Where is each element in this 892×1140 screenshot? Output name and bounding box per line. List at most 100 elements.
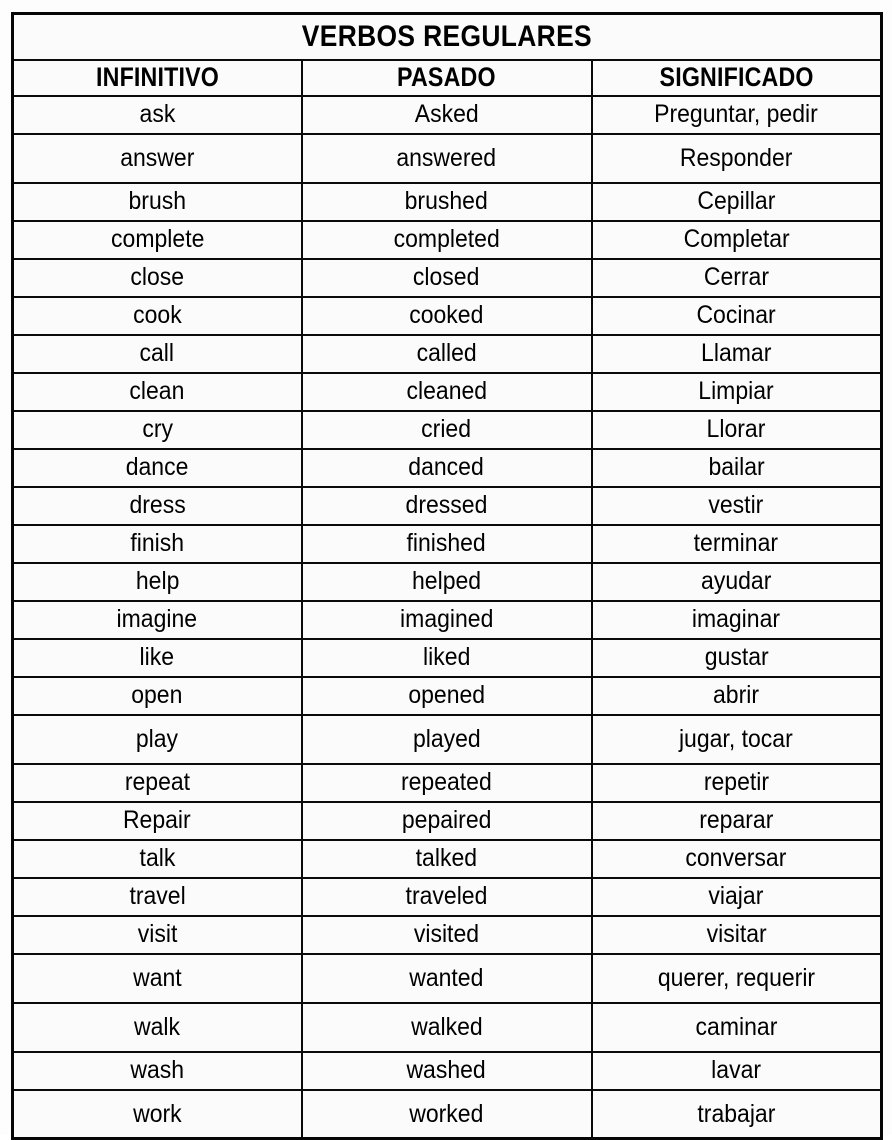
cell-infinitivo: answer [11, 132, 303, 184]
cell-infinitivo-text: visit [137, 920, 178, 949]
table-row: clean cleaned Limpiar [11, 371, 883, 412]
cell-pasado-text: answered [396, 143, 497, 172]
cell-significado: Responder [590, 132, 883, 184]
cell-significado-text: Cerrar [703, 263, 769, 292]
cell-significado-text: vestir [708, 491, 764, 520]
table-row: travel traveled viajar [11, 876, 883, 917]
header-row: INFINITIVO PASADO SIGNIFICADO [11, 58, 883, 97]
cell-significado: conversar [590, 838, 883, 879]
cell-significado: Cepillar [590, 181, 883, 222]
cell-pasado-text: finished [406, 529, 487, 558]
table-row: dress dressed vestir [11, 485, 883, 526]
cell-infinitivo: play [11, 713, 303, 765]
cell-infinitivo: open [11, 675, 303, 716]
table-row: visit visited visitar [11, 914, 883, 955]
cell-infinitivo-text: like [139, 643, 175, 672]
cell-infinitivo: finish [11, 523, 303, 564]
cell-pasado-text: repeated [401, 768, 492, 797]
cell-significado: lavar [590, 1050, 883, 1091]
cell-significado-text: abrir [713, 681, 760, 710]
table-row: finish finished terminar [11, 523, 883, 564]
cell-significado: Completar [590, 219, 883, 260]
cell-infinitivo-text: play [136, 724, 179, 753]
cell-infinitivo-text: complete [110, 225, 204, 254]
cell-infinitivo-text: Repair [123, 806, 192, 835]
cell-infinitivo-text: answer [120, 143, 195, 172]
cell-infinitivo: want [11, 952, 303, 1004]
cell-infinitivo: brush [11, 181, 303, 222]
cell-significado: repetir [590, 762, 883, 803]
table-row: dance danced bailar [11, 447, 883, 488]
column-header-pasado-label: PASADO [397, 62, 496, 92]
cell-infinitivo-text: brush [128, 187, 187, 216]
cell-pasado: pepaired [300, 800, 593, 841]
cell-significado-text: Llamar [701, 339, 772, 368]
cell-significado-text: conversar [685, 844, 787, 873]
cell-pasado: traveled [300, 876, 593, 917]
table-row: play played jugar, tocar [11, 713, 883, 765]
cell-pasado-text: visited [413, 920, 480, 949]
cell-significado: jugar, tocar [590, 713, 883, 765]
cell-pasado-text: helped [411, 567, 482, 596]
cell-significado: abrir [590, 675, 883, 716]
table-row: repeat repeated repetir [11, 762, 883, 803]
table-row: talk talked conversar [11, 838, 883, 879]
cell-infinitivo: dress [11, 485, 303, 526]
table-row: want wanted querer, requerir [11, 952, 883, 1004]
cell-pasado: opened [300, 675, 593, 716]
table-row: Repair pepaired reparar [11, 800, 883, 841]
cell-infinitivo-text: cry [141, 415, 173, 444]
cell-pasado-text: dressed [405, 491, 488, 520]
cell-significado: Llamar [590, 333, 883, 374]
cell-significado: ayudar [590, 561, 883, 602]
table-title-cell: VERBOS REGULARES [11, 12, 883, 61]
cell-infinitivo-text: repeat [124, 768, 190, 797]
cell-pasado-text: imagined [399, 605, 494, 634]
cell-infinitivo-text: dress [129, 491, 186, 520]
cell-pasado-text: talked [415, 844, 478, 873]
table-row: ask Asked Preguntar, pedir [11, 94, 883, 135]
cell-infinitivo-text: want [132, 963, 182, 992]
cell-infinitivo-text: cook [132, 301, 182, 330]
column-header-significado-label: SIGNIFICADO [659, 62, 814, 92]
table-row: help helped ayudar [11, 561, 883, 602]
cell-significado: bailar [590, 447, 883, 488]
cell-infinitivo-text: finish [130, 529, 185, 558]
cell-pasado-text: wanted [409, 963, 484, 992]
cell-pasado-text: traveled [405, 882, 488, 911]
cell-infinitivo: visit [11, 914, 303, 955]
cell-pasado: called [300, 333, 593, 374]
cell-infinitivo-text: dance [125, 453, 189, 482]
cell-pasado: cried [300, 409, 593, 450]
column-header-infinitivo: INFINITIVO [11, 58, 303, 97]
table-row: open opened abrir [11, 675, 883, 716]
cell-significado-text: Cocinar [696, 301, 776, 330]
cell-significado: Limpiar [590, 371, 883, 412]
cell-pasado-text: cleaned [406, 377, 487, 406]
cell-pasado-text: played [412, 724, 481, 753]
cell-pasado: closed [300, 257, 593, 298]
cell-pasado: talked [300, 838, 593, 879]
cell-infinitivo: walk [11, 1001, 303, 1053]
regular-verbs-table: VERBOS REGULARES INFINITIVO PASADO SIGNI… [11, 12, 884, 1140]
cell-pasado: dressed [300, 485, 593, 526]
cell-significado-text: Preguntar, pedir [654, 100, 819, 129]
table-row: close closed Cerrar [11, 257, 883, 298]
cell-significado-text: Cepillar [697, 187, 776, 216]
cell-significado-text: Responder [679, 143, 793, 172]
cell-significado: imaginar [590, 599, 883, 640]
cell-significado: gustar [590, 637, 883, 678]
cell-infinitivo-text: imagine [116, 605, 198, 634]
cell-pasado: walked [300, 1001, 593, 1053]
cell-pasado: helped [300, 561, 593, 602]
cell-significado-text: ayudar [701, 567, 772, 596]
cell-infinitivo: travel [11, 876, 303, 917]
cell-pasado: washed [300, 1050, 593, 1091]
cell-significado: Cerrar [590, 257, 883, 298]
cell-infinitivo-text: call [139, 339, 175, 368]
cell-pasado: answered [300, 132, 593, 184]
cell-pasado-text: Asked [414, 100, 479, 129]
cell-significado-text: trabajar [697, 1099, 776, 1128]
cell-pasado-text: opened [408, 681, 485, 710]
cell-pasado: played [300, 713, 593, 765]
